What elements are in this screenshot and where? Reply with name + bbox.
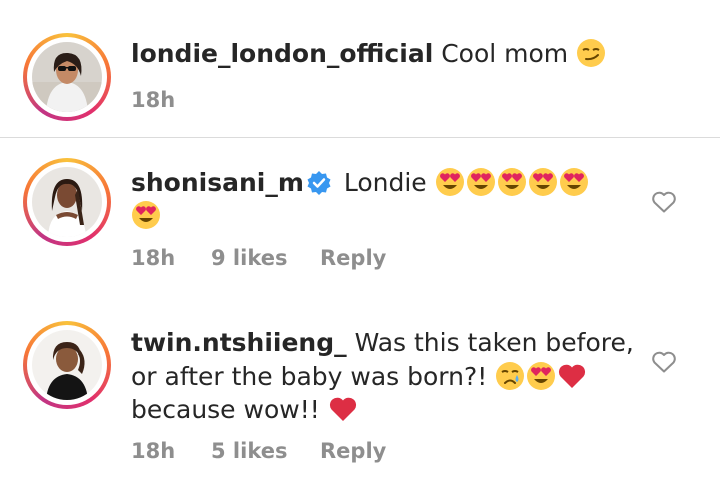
comment-text: twin.ntshiieng_ Was this taken before, [131,326,634,360]
comment-username[interactable]: londie_london_official [131,39,433,68]
heart-eyes-emoji [527,362,556,390]
comment-body: Londie [343,168,427,197]
comment-time: 18h [131,246,176,270]
comment-text: shonisani_m Londie [131,166,590,200]
heart-eyes-emoji-group [435,168,590,197]
comment-body: Was this taken before, [354,328,634,357]
divider [0,137,720,138]
heart-outline-icon[interactable] [651,190,677,214]
heart-eyes-emoji [559,168,588,196]
avatar[interactable] [32,42,102,112]
story-avatar-ring[interactable] [23,158,111,246]
heart-eyes-emoji [435,168,464,196]
comment-text-line3: because wow!! [131,393,358,427]
crying-face-emoji [496,362,525,390]
story-avatar-ring[interactable] [23,33,111,121]
comment-time: 18h [131,88,176,112]
comment-text-line2: or after the baby was born?! [131,360,587,394]
comment-username[interactable]: shonisani_m [131,168,304,197]
reply-button[interactable]: Reply [320,439,386,463]
verified-badge-icon [307,171,331,195]
comment-body-line2: or after the baby was born?! [131,362,488,391]
story-avatar-ring[interactable] [23,321,111,409]
likes-count[interactable]: 5 likes [211,439,287,463]
heart-eyes-emoji [497,168,526,196]
red-heart-emoji [329,397,356,421]
comment-time: 18h [131,439,176,463]
heart-eyes-emoji [132,201,160,229]
avatar[interactable] [32,167,102,237]
red-heart-emoji [559,364,586,388]
heart-eyes-emoji [528,168,557,196]
comment-body-line3: because wow!! [131,395,320,424]
comment-body: Cool mom [441,39,569,68]
reply-button[interactable]: Reply [320,246,386,270]
heart-eyes-emoji [466,168,495,196]
comment-text: londie_london_official Cool mom [131,37,607,71]
avatar[interactable] [32,330,102,400]
comment-text-line2 [131,199,162,233]
comment-username[interactable]: twin.ntshiieng_ [131,328,347,357]
likes-count[interactable]: 9 likes [211,246,287,270]
smirking-face-emoji [577,39,606,67]
heart-outline-icon[interactable] [651,350,677,374]
